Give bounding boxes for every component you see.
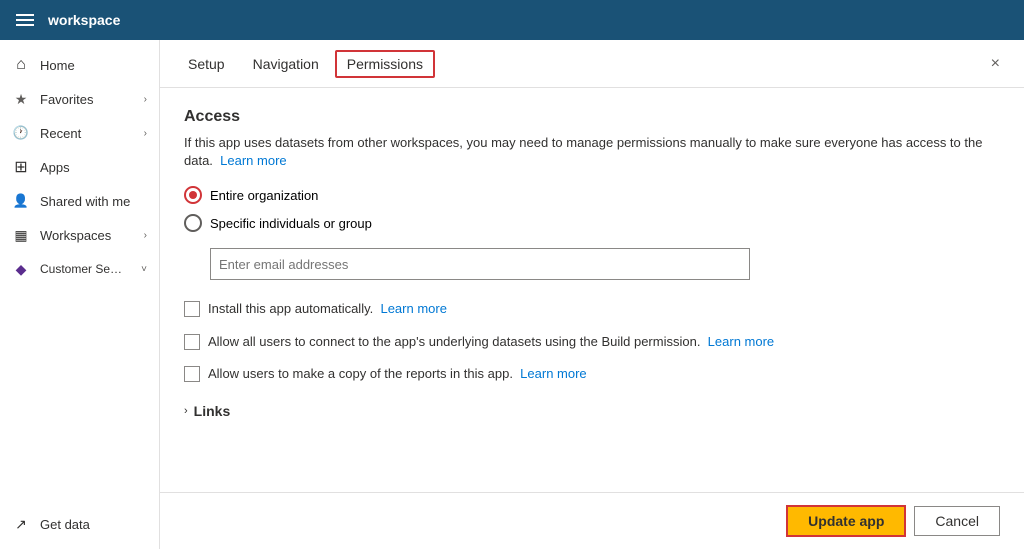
sidebar-item-apps-label: Apps (40, 160, 70, 175)
cancel-button[interactable]: Cancel (914, 506, 1000, 536)
sidebar-item-getdata[interactable]: Get data (0, 507, 159, 541)
radio-specific-label: Specific individuals or group (210, 216, 372, 231)
checkbox-allow-copy[interactable]: Allow users to make a copy of the report… (184, 365, 1000, 383)
learn-more-link-1[interactable]: Learn more (220, 153, 286, 168)
learn-more-copy-link[interactable]: Learn more (520, 366, 586, 381)
sidebar-item-customer-label: Customer Service A... (40, 262, 125, 276)
workspaces-icon (12, 226, 30, 244)
tab-permissions[interactable]: Permissions (335, 50, 435, 78)
checkbox-install-auto[interactable]: Install this app automatically. Learn mo… (184, 300, 1000, 318)
sidebar: Home Favorites › Recent › Apps Shared wi… (0, 40, 160, 549)
chevron-right-icon: › (144, 128, 147, 139)
checkbox-allow-copy-label: Allow users to make a copy of the report… (208, 365, 587, 383)
checkbox-group: Install this app automatically. Learn mo… (184, 300, 1000, 383)
apps-icon (12, 158, 30, 176)
chevron-right-icon: › (184, 405, 188, 417)
chevron-right-icon: › (144, 230, 147, 241)
tab-setup[interactable]: Setup (176, 44, 237, 84)
sidebar-item-apps[interactable]: Apps (0, 150, 159, 184)
access-description: If this app uses datasets from other wor… (184, 134, 1000, 170)
sidebar-item-favorites[interactable]: Favorites › (0, 82, 159, 116)
recent-icon (12, 124, 30, 142)
learn-more-install-link[interactable]: Learn more (380, 301, 446, 316)
radio-entire-org[interactable]: Entire organization (184, 186, 1000, 204)
checkbox-allow-build[interactable]: Allow all users to connect to the app's … (184, 333, 1000, 351)
radio-specific[interactable]: Specific individuals or group (184, 214, 1000, 232)
checkbox-allow-build-label: Allow all users to connect to the app's … (208, 333, 774, 351)
dialog: Setup Navigation Permissions × Access If… (160, 40, 1024, 549)
radio-entire-org-label: Entire organization (210, 188, 318, 203)
chevron-down-icon: ˅ (141, 264, 147, 275)
hamburger-menu-icon[interactable] (16, 10, 36, 30)
getdata-icon (12, 515, 30, 533)
tab-navigation[interactable]: Navigation (241, 44, 331, 84)
home-icon (12, 56, 30, 74)
sidebar-item-home-label: Home (40, 58, 75, 73)
topbar: workspace (0, 0, 1024, 40)
sidebar-item-workspaces[interactable]: Workspaces › (0, 218, 159, 252)
checkbox-allow-copy-box[interactable] (184, 366, 200, 382)
sidebar-item-recent-label: Recent (40, 126, 81, 141)
access-radio-group: Entire organization Specific individuals… (184, 186, 1000, 232)
update-app-button[interactable]: Update app (786, 505, 906, 537)
radio-entire-org-inner (189, 191, 197, 199)
customer-icon (12, 260, 30, 278)
links-section[interactable]: › Links (184, 403, 1000, 419)
sidebar-bottom: Get data (0, 507, 159, 549)
sidebar-item-workspaces-label: Workspaces (40, 228, 111, 243)
sidebar-item-recent[interactable]: Recent › (0, 116, 159, 150)
main-content: Setup Navigation Permissions × Access If… (160, 40, 1024, 549)
links-label: Links (194, 403, 231, 419)
access-title: Access (184, 108, 1000, 126)
sidebar-item-getdata-label: Get data (40, 517, 90, 532)
content-area: Access If this app uses datasets from ot… (160, 88, 1024, 492)
radio-specific-button[interactable] (184, 214, 202, 232)
email-input-wrapper (210, 248, 1000, 280)
main-layout: Home Favorites › Recent › Apps Shared wi… (0, 40, 1024, 549)
dialog-footer: Update app Cancel (160, 492, 1024, 549)
sidebar-item-shared-label: Shared with me (40, 194, 130, 209)
sidebar-item-favorites-label: Favorites (40, 92, 93, 107)
sidebar-item-home[interactable]: Home (0, 48, 159, 82)
topbar-title: workspace (48, 12, 120, 28)
tabs-bar: Setup Navigation Permissions × (160, 40, 1024, 88)
checkbox-install-auto-box[interactable] (184, 301, 200, 317)
sidebar-item-customer[interactable]: Customer Service A... ˅ (0, 252, 159, 286)
favorites-icon (12, 90, 30, 108)
sidebar-item-shared[interactable]: Shared with me (0, 184, 159, 218)
close-button[interactable]: × (983, 51, 1008, 77)
learn-more-build-link[interactable]: Learn more (708, 334, 774, 349)
checkbox-allow-build-box[interactable] (184, 334, 200, 350)
shared-icon (12, 192, 30, 210)
chevron-right-icon: › (144, 94, 147, 105)
radio-entire-org-button[interactable] (184, 186, 202, 204)
checkbox-install-auto-label: Install this app automatically. Learn mo… (208, 300, 447, 318)
email-input[interactable] (210, 248, 750, 280)
